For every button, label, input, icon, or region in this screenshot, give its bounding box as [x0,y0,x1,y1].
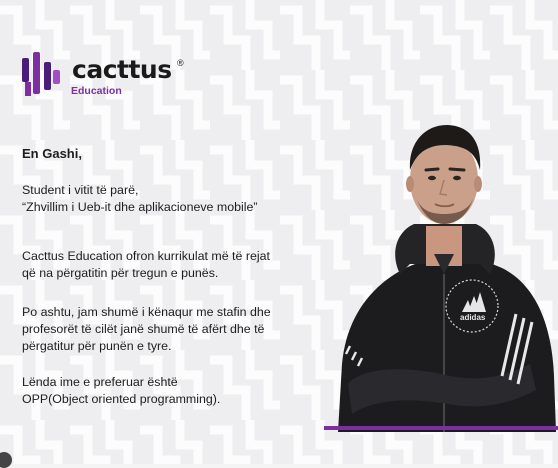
brand-name: cacttus [72,55,172,84]
greeting: En Gashi, [22,146,82,161]
text-line: përgatitur për punën e tyre. [22,339,172,353]
student-year: Student i vitit të parë, [22,183,139,197]
text-line: OPP(Object oriented programming). [22,392,221,406]
cacttus-mark-icon [22,52,60,96]
brand-subtitle: Education [71,85,122,97]
student-program: “Zhvillim i Ueb-it dhe aplikacioneve mob… [22,200,258,214]
paragraph-favorite-subject: Lënda ime e preferuar është OPP(Object o… [22,374,322,408]
text-line: Cacttus Education ofron kurrikulat më të… [22,249,270,263]
paragraph-staff: Po ashtu, jam shumë i kënaqur me stafin … [22,304,322,355]
text-line: profesorët të cilët janë shumë të afërt … [22,322,265,336]
text-line: që na përgatitin për tregun e punës. [22,266,219,280]
hoodie-print: adidas [460,313,486,322]
cacttus-logo: cacttus ® Education [20,52,190,102]
corner-dot [0,452,12,468]
registered-mark: ® [177,58,184,68]
accent-underline [324,426,558,430]
student-photo: adidas [338,124,556,432]
text-line: Po ashtu, jam shumë i kënaqur me stafin … [22,305,271,319]
student-info: Student i vitit të parë, “Zhvillim i Ueb… [22,182,322,216]
paragraph-curriculum: Cacttus Education ofron kurrikulat më të… [22,248,322,282]
text-line: Lënda ime e preferuar është [22,375,178,389]
